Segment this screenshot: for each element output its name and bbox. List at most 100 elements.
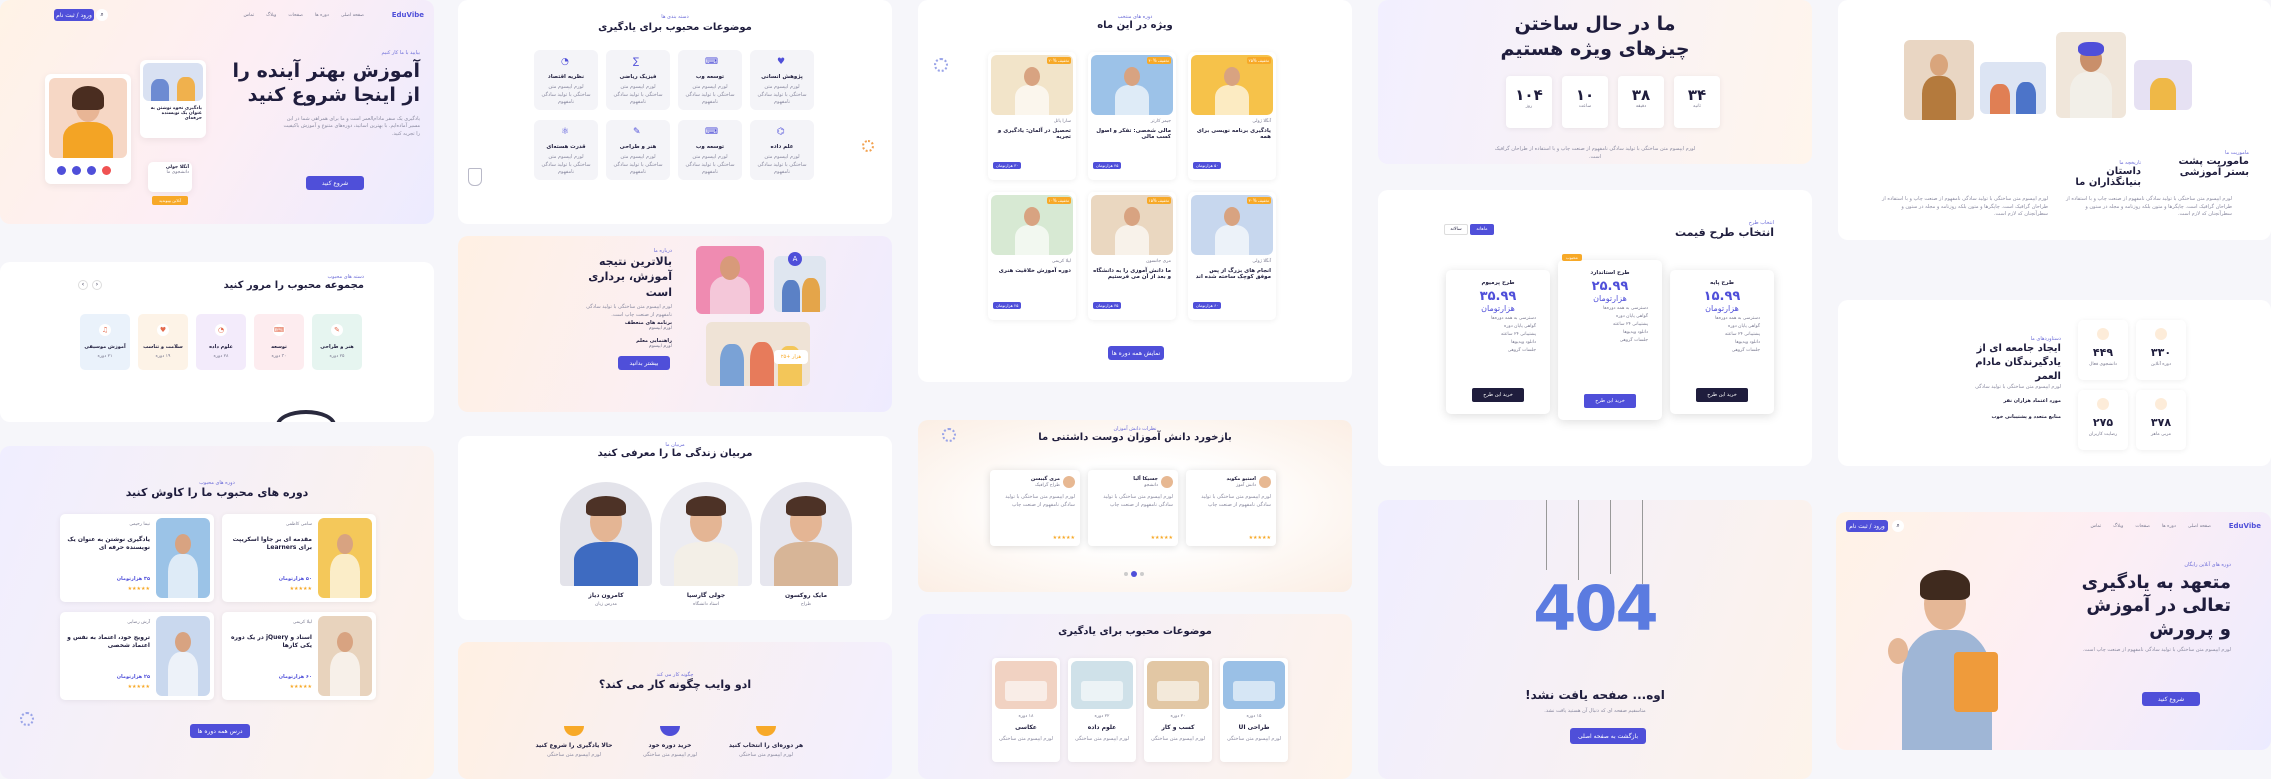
mic-icon[interactable] [57,166,66,175]
plan-price: ۳۵.۹۹ [1479,289,1517,304]
topic-tile[interactable]: ⌨ توسعه وب لورم ایپسوم متن ساختگی با تولید… [678,120,742,180]
popular-course-card[interactable]: لیلا کریمی اسناد و jQuery در یک دوره یکی … [222,612,376,700]
instructor-name: کامرون دیاز [588,592,624,599]
not-found-title: اوه... صفحه یافت نشد! [1525,688,1665,702]
nav-item-blog[interactable]: وبلاگ [266,13,276,18]
back-home-button[interactable]: بازگشت به صفحه اصلی [1570,728,1646,744]
topic-tile[interactable]: ⌬ علم داده لورم ایپسوم متن ساختگی با تولید… [750,120,814,180]
hero2-desc: لورم ایپسوم متن ساختگی با تولید سادگی نا… [2082,647,2231,654]
topic-icon: ⌨ [705,57,718,67]
popular-course-card[interactable]: سامی کاظمی مقدمه ای بر جاوا اسکریپت برای … [222,514,376,602]
category-icon: ✎ [331,324,343,336]
nav-item-pages[interactable]: صفحات [288,13,303,18]
topic-tile[interactable]: ♥ پژوهش انسانی لورم ایپسوم متن ساختگی با ت… [750,50,814,110]
step-icon [756,726,776,736]
testimonial-name: استیو مکوید [1226,476,1257,482]
end-call-icon[interactable] [102,166,111,175]
category-card[interactable]: ♥ سلامت و تناسب ۱۹ دوره [138,314,188,370]
popular-course-card[interactable]: آرش رضایی ترویج خود، اعتماد به نفس و اعتم… [60,612,214,700]
plan-feature: جلسات گروهی [1507,348,1536,353]
course-card[interactable]: ۲۰% تخفیف سارا پاتل تحصیل در آلمان: یادگیر… [988,52,1076,180]
avatar [1161,476,1173,488]
nav2-courses[interactable]: دوره ها [2162,524,2176,529]
buy-plan-button[interactable]: خرید این طرح [1472,388,1524,402]
category-card[interactable]: ◔ علوم داده ۲۸ دوره [196,314,246,370]
testimonial-name: جسیکا آلبا [1133,476,1158,482]
nav-item-contact[interactable]: تماس [243,13,254,18]
course-card[interactable]: ۲۵% تخفیف آنگلا ژولی یادگیری برنامه نویسی … [1188,52,1276,180]
hero2-badge: دوره های آنلاین رایگان [2184,562,2231,568]
topic-title: کسب و کار [1161,724,1195,731]
nav2-contact[interactable]: تماس [2090,524,2101,529]
topic-image-card[interactable]: ۲۰ دوره کسب و کار لورم ایپسوم متن ساختگی [1144,658,1212,762]
stat-value: ۲۷۵ [2092,416,2114,429]
course-title: یادگیری نوشتن به عنوان یک نویسنده حرفه ا… [67,536,150,552]
search-icon[interactable]: ⌕ [96,9,108,21]
pricing-title: انتخاب طرح قیمت [1674,226,1774,239]
plan-feature: دانلود ویدیوها [1735,340,1760,345]
topic-desc: لورم ایپسوم متن ساختگی با تولید سادگی نا… [685,84,735,105]
view-popular-button[interactable]: درس همه دوره ها [190,724,250,738]
buy-plan-button[interactable]: خرید این طرح [1584,394,1636,408]
stat-card: ۴۴۹ دانشجوی فعال [2078,320,2128,380]
learn-more-button[interactable]: بیشتر بدانید [618,356,670,370]
nav2-home[interactable]: صفحه اصلی [2188,524,2211,529]
toggle-monthly[interactable]: ماهانه [1470,224,1494,235]
buy-plan-button[interactable]: خرید این طرح [1696,388,1748,402]
slider-dot-3[interactable] [1140,572,1144,576]
topics-subtitle: دسته بندی ها [661,14,689,20]
nav-item-courses[interactable]: دوره ها [315,13,329,18]
search-icon-2[interactable]: ⌕ [1892,520,1904,532]
slider-dot-1[interactable] [1124,572,1128,576]
countdown-label: روز [1525,104,1533,109]
login-button[interactable]: ورود / ثبت نام [54,9,94,21]
toggle-yearly[interactable]: سالانه [1444,224,1468,235]
course-thumbnail [156,518,210,598]
not-found-desc: متاسفیم صفحه ای که دنبال آن هستید یافت ن… [1544,708,1646,714]
topic-tile[interactable]: ✎ هنر و طراحی لورم ایپسوم متن ساختگی با تو… [606,120,670,180]
nav2-pages[interactable]: صفحات [2135,524,2150,529]
discount-badge: ۳۰% تخفیف [1246,197,1271,204]
about-photo-2 [774,256,826,312]
popular-course-card[interactable]: نیما رحیمی یادگیری نوشتن به عنوان یک نویس… [60,514,214,602]
step-icon [564,726,584,736]
hero2-start-button[interactable]: شروع کنید [2142,692,2200,706]
slider-dot-2[interactable] [1131,571,1137,577]
stat-label: دانشجوی فعال [2089,362,2117,367]
course-title: دوره آموزش خلاقیت هنری [998,268,1071,274]
view-all-courses-button[interactable]: نمایش همه دوره ها [1108,346,1164,360]
stat-icon [2097,328,2109,340]
course-card[interactable]: ۱۵% تخفیف مری جانسون ما دانش آموزی را به د… [1088,192,1176,320]
course-card[interactable]: ۳۰% تخفیف آنگلا ژولی انجام های بزرگ از پس … [1188,192,1276,320]
topic-tile[interactable]: ◔ نظریه اقتصاد لورم ایپسوم متن ساختگی با ت… [534,50,598,110]
discount-badge: ۱۰% تخفیف [1046,197,1071,204]
category-card[interactable]: ⌨ توسعه ۳۰ دوره [254,314,304,370]
topic-image-card[interactable]: ۱۵ دوره طراحی UI لورم ایپسوم متن ساختگی [1220,658,1288,762]
camera-icon[interactable] [72,166,81,175]
category-card[interactable]: ✎ هنر و طراحی ۲۵ دوره [312,314,362,370]
category-card[interactable]: ♫ آموزش موسیقی ۲۱ دوره [80,314,130,370]
topic-tile[interactable]: ∑ فیزیک ریاضی لورم ایپسوم متن ساختگی با تو… [606,50,670,110]
hero-title: آموزش بهتر آینده را از اینجا شروع کنید [232,60,421,106]
testimonial-name: مری گیبسن [1030,476,1060,482]
topic-tile[interactable]: ⌨ توسعه وب لورم ایپسوم متن ساختگی با تولید… [678,50,742,110]
hero-start-button[interactable]: شروع کنید [306,176,364,190]
course-card[interactable]: ۱۰% تخفیف لیلا کریمی دوره آموزش خلاقیت هنر… [988,192,1076,320]
topic-image-card[interactable]: ۲۲ دوره علوم داده لورم ایپسوم متن ساختگی [1068,658,1136,762]
brand-logo-2[interactable]: EduVibe [2229,522,2261,530]
topic-tile[interactable]: ⚛ قدرت هسته‌ای لورم ایپسوم متن ساختگی با ت… [534,120,598,180]
instructor-photo [760,482,852,586]
login-button-2[interactable]: ورود / ثبت نام [1846,520,1888,532]
countdown-label: ساعت [1578,104,1592,109]
chat-icon[interactable] [87,166,96,175]
nav-item-home[interactable]: صفحه اصلی [341,13,364,18]
prev-arrow-icon[interactable]: ‹ [78,280,88,290]
rating-stars-icon: ★★★★★ [1248,535,1271,541]
next-arrow-icon[interactable]: › [92,280,102,290]
topic-image-card[interactable]: ۱۸ دوره عکاسی لورم ایپسوم متن ساختگی [992,658,1060,762]
course-author: آرش رضایی [127,620,150,625]
course-card[interactable]: ۴۰% تخفیف جیمز کارتر مالی شخصی: تفکر و اصو… [1088,52,1176,180]
nav2-blog[interactable]: وبلاگ [2113,524,2123,529]
brand-logo[interactable]: EduVibe [392,11,424,19]
course-title: مالی شخصی: تفکر و اصول کسب مالی [1096,128,1171,140]
